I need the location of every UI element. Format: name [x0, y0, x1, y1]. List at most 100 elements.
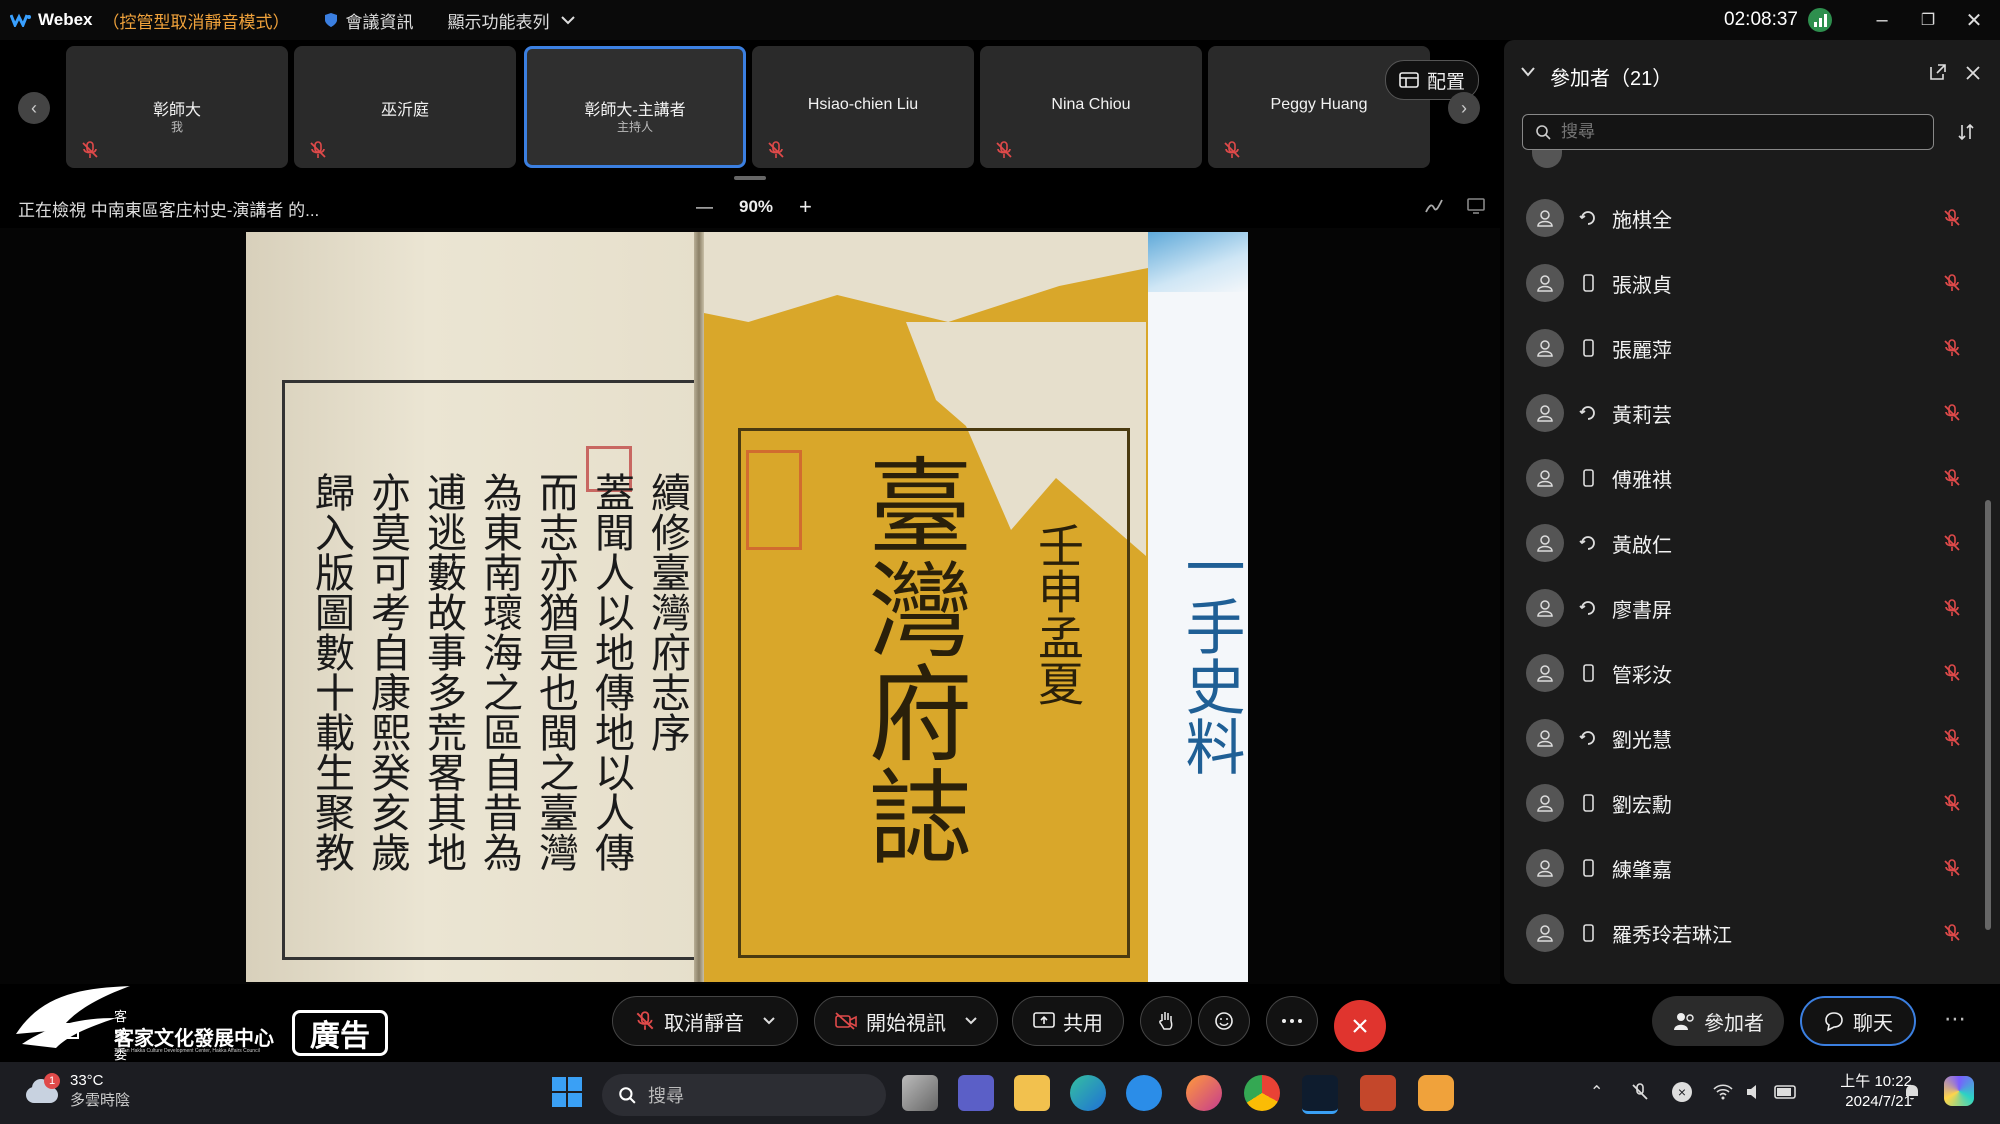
weather-widget[interactable]: 1 33°C 多雲時陰	[22, 1072, 130, 1110]
participants-title: 參加者（21）	[1550, 68, 1673, 90]
network-signal-icon[interactable]	[1808, 8, 1832, 32]
muted-mic-icon[interactable]	[1942, 208, 1962, 228]
muted-mic-icon[interactable]	[1942, 403, 1962, 423]
search-icon	[1536, 125, 1551, 140]
muted-mic-icon[interactable]	[1942, 923, 1962, 943]
avatar	[1526, 784, 1564, 822]
firefox-icon[interactable]	[1186, 1075, 1222, 1111]
video-tile[interactable]: 巫沂庭	[294, 46, 516, 168]
wifi-icon[interactable]	[1712, 1082, 1734, 1102]
tray-chevron-icon[interactable]: ⌃	[1590, 1082, 1603, 1102]
restore-button[interactable]: ❐	[1908, 10, 1948, 30]
notification-bell-icon[interactable]	[1902, 1082, 1922, 1102]
close-window-button[interactable]: ✕	[1954, 8, 1994, 33]
muted-mic-icon[interactable]	[1942, 273, 1962, 293]
participant-row[interactable]: 張淑貞	[1526, 255, 1966, 311]
avatar	[1526, 849, 1564, 887]
windows-start-icon[interactable]	[550, 1075, 586, 1111]
video-tile[interactable]: 彰師大 我	[66, 46, 288, 168]
powerpoint-icon[interactable]	[1360, 1075, 1396, 1111]
view-menu-button[interactable]: 顯示功能表列	[448, 8, 576, 33]
webex-taskbar-icon[interactable]	[1302, 1075, 1338, 1114]
muted-mic-icon[interactable]	[1942, 533, 1962, 553]
task-view-icon[interactable]	[902, 1075, 938, 1111]
more-icon[interactable]: ⋯	[1944, 1006, 1966, 1032]
remote-control-icon[interactable]	[1466, 196, 1486, 216]
chrome-icon[interactable]	[1244, 1075, 1280, 1111]
start-video-button[interactable]: 開始視訊	[814, 996, 998, 1046]
muted-mic-icon[interactable]	[1942, 793, 1962, 813]
sort-icon[interactable]	[1956, 122, 1976, 142]
person-icon	[1537, 210, 1553, 227]
strip-next-button[interactable]: ›	[1448, 92, 1480, 124]
participant-row[interactable]: 管彩汝	[1526, 645, 1966, 701]
help-icon[interactable]	[1126, 1075, 1162, 1111]
participant-search-input[interactable]	[1559, 121, 1903, 143]
muted-mic-icon[interactable]	[1942, 858, 1962, 878]
notification-count: 1	[44, 1073, 60, 1089]
unmute-label: 取消靜音	[664, 1012, 744, 1035]
annotate-icon[interactable]	[1424, 196, 1444, 216]
participants-button[interactable]: 參加者	[1652, 996, 1784, 1046]
muted-mic-icon[interactable]	[1942, 728, 1962, 748]
cloud-icon: 1	[22, 1073, 62, 1109]
participant-row[interactable]: 羅秀玲若琳江	[1526, 905, 1966, 961]
participant-row[interactable]: 劉宏勳	[1526, 775, 1966, 831]
muted-mic-icon[interactable]	[1942, 663, 1962, 683]
zoom-control: — 90% +	[696, 194, 812, 220]
chat-button[interactable]: 聊天	[1800, 996, 1916, 1046]
reactions-button[interactable]	[1198, 996, 1250, 1046]
leave-meeting-button[interactable]	[1334, 1000, 1386, 1052]
participant-row[interactable]: 黃啟仁	[1526, 515, 1966, 571]
chevron-down-icon[interactable]	[762, 1016, 776, 1026]
avatar	[1526, 654, 1564, 692]
share-button[interactable]: 共用	[1012, 996, 1124, 1046]
zoom-in-button[interactable]: +	[799, 194, 812, 220]
tile-name: Nina Chiou	[1051, 96, 1131, 113]
person-icon	[1537, 275, 1553, 292]
participant-search-box[interactable]	[1522, 114, 1934, 150]
participant-row[interactable]: 練肇嘉	[1526, 840, 1966, 896]
muted-mic-icon	[996, 141, 1012, 158]
participant-row[interactable]: 劉光慧	[1526, 710, 1966, 766]
minimize-button[interactable]: –	[1862, 9, 1902, 32]
strip-resize-handle[interactable]	[734, 176, 766, 180]
chevron-down-icon[interactable]	[964, 1016, 978, 1026]
participant-row[interactable]: 張麗萍	[1526, 320, 1966, 376]
edge-icon[interactable]	[1070, 1075, 1106, 1111]
taskbar-search[interactable]: 搜尋	[602, 1074, 886, 1116]
participant-row[interactable]: 廖書屏	[1526, 580, 1966, 636]
scrollbar-thumb[interactable]	[1985, 500, 1991, 930]
raise-hand-button[interactable]	[1140, 996, 1192, 1046]
tile-name: 彰師大	[152, 102, 201, 119]
volume-icon[interactable]	[1744, 1082, 1764, 1102]
video-tile-active-speaker[interactable]: 彰師大-主講者 主持人	[524, 46, 746, 168]
participant-row[interactable]: 傅雅祺	[1526, 450, 1966, 506]
teams-icon[interactable]	[958, 1075, 994, 1111]
layout-label: 配置	[1426, 71, 1465, 93]
video-tile[interactable]: Nina Chiou	[980, 46, 1202, 168]
muted-mic-icon[interactable]	[1942, 598, 1962, 618]
collapse-chevron-icon[interactable]	[1520, 66, 1536, 78]
close-panel-icon[interactable]	[1964, 64, 1982, 82]
tray-status-icon[interactable]: ×	[1672, 1082, 1692, 1102]
muted-mic-icon[interactable]	[1942, 338, 1962, 358]
unmute-button[interactable]: 取消靜音	[612, 996, 798, 1046]
recorder-icon[interactable]	[1418, 1075, 1454, 1111]
meeting-info-button[interactable]: 會議資訊	[324, 8, 414, 33]
battery-icon[interactable]	[1774, 1084, 1798, 1100]
participant-name: 張淑貞	[1612, 274, 1672, 297]
muted-mic-icon	[82, 141, 98, 158]
phone-call-icon	[1579, 536, 1595, 550]
participant-row[interactable]: 施棋全	[1526, 190, 1966, 246]
pop-out-icon[interactable]	[1928, 62, 1948, 82]
muted-mic-icon[interactable]	[1942, 468, 1962, 488]
video-tile[interactable]: Hsiao-chien Liu	[752, 46, 974, 168]
zoom-out-button[interactable]: —	[696, 197, 713, 217]
tray-mic-muted-icon[interactable]	[1630, 1082, 1650, 1102]
copilot-icon[interactable]	[1944, 1076, 1974, 1106]
more-options-button[interactable]	[1266, 996, 1318, 1046]
participant-row[interactable]: 黃莉芸	[1526, 385, 1966, 441]
strip-prev-button[interactable]: ‹	[18, 92, 50, 124]
file-explorer-icon[interactable]	[1014, 1075, 1050, 1111]
